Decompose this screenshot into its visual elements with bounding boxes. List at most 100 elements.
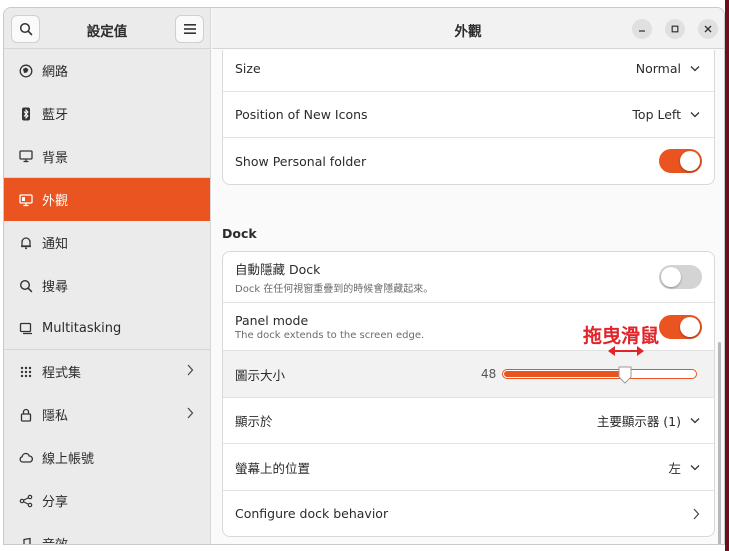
bluetooth-icon [19,107,33,121]
screen-position-label: 螢幕上的位置 [235,460,311,476]
show-on-row[interactable]: 顯示於 主要顯示器 (1) [223,398,714,444]
panel-mode-toggle[interactable] [659,314,702,339]
display-icon [19,149,33,163]
sidebar-item-background[interactable]: 背景 [4,135,210,178]
icon-size-slider[interactable] [502,369,697,379]
sidebar-item-label: 程式集 [42,366,82,381]
sidebar-item-label: 外觀 [42,194,69,209]
screen-position-value: 左 [668,460,681,476]
settings-window: 設定值 網路 藍牙 背景 外觀 通知 搜尋 Multitasking 程式集 隱… [3,7,725,545]
configure-dock-row[interactable]: Configure dock behavior [223,491,714,536]
music-icon [19,537,33,544]
chevron-right-icon [187,407,194,419]
sidebar-nav: 網路 藍牙 背景 外觀 通知 搜尋 Multitasking 程式集 隱私 線上… [4,49,210,544]
main-header: 外觀 [212,8,724,49]
sidebar-item-online-accounts[interactable]: 線上帳號 [4,436,210,479]
toggle-knob [680,316,700,337]
chevron-down-icon [690,66,700,72]
dock-section-title: Dock [222,226,257,241]
screen-position-row[interactable]: 螢幕上的位置 左 [223,444,714,491]
slider-fill [504,371,625,377]
panel-mode-label: Panel mode [235,312,309,328]
personal-folder-toggle[interactable] [659,149,702,173]
icon-size-value: 48 [481,367,497,381]
settings-content: Size Normal Position of New Icons Top Le… [212,50,724,544]
screen-position-dropdown[interactable]: 左 [668,458,700,477]
size-row[interactable]: Size Normal [223,50,714,92]
apps-grid-icon [19,365,33,379]
sidebar-item-privacy[interactable]: 隱私 [4,393,210,436]
panel-mode-text: Panel mode The dock extends to the scree… [235,313,424,341]
sidebar-item-label: 音效 [42,534,68,544]
multitasking-icon [19,321,33,335]
close-icon [704,25,712,33]
configure-dock-label: Configure dock behavior [235,506,389,521]
autohide-dock-row: 自動隱藏 Dock Dock 在任何視窗重疊到的時候會隱藏起來。 [223,252,714,303]
sidebar: 設定值 網路 藍牙 背景 外觀 通知 搜尋 Multitasking 程式集 隱… [4,8,211,544]
toggle-knob [680,151,700,171]
autohide-dock-sublabel: Dock 在任何視窗重疊到的時候會隱藏起來。 [235,284,434,295]
slider-thumb[interactable] [618,366,632,384]
sidebar-item-sharing[interactable]: 分享 [4,479,210,522]
chevron-down-icon [690,418,700,424]
toggle-knob [661,267,681,287]
panel-mode-sublabel: The dock extends to the screen edge. [235,329,425,341]
size-label: Size [235,61,261,76]
double-arrow-icon [608,346,644,356]
sidebar-item-label: 隱私 [42,409,69,424]
chevron-down-icon [690,112,700,118]
size-dropdown[interactable]: Normal [636,61,700,76]
show-on-value: 主要顯示器 (1) [596,414,681,429]
chevron-down-icon [690,464,700,470]
hamburger-menu-icon [183,24,196,34]
sidebar-item-notifications[interactable]: 通知 [4,221,210,264]
sidebar-item-label: 藍牙 [42,108,69,123]
minimize-icon [639,30,645,32]
new-icons-position-dropdown[interactable]: Top Left [632,107,700,122]
sidebar-item-label: 線上帳號 [42,452,95,467]
sidebar-item-label: 搜尋 [42,280,69,295]
show-on-label: 顯示於 [235,414,273,429]
desktop-icons-card: Size Normal Position of New Icons Top Le… [222,50,715,185]
sidebar-item-label: 通知 [42,237,69,252]
scrollbar[interactable] [718,342,721,544]
maximize-icon [671,25,679,33]
main-menu-button[interactable] [175,15,204,43]
chevron-right-icon [693,508,700,519]
sidebar-item-network[interactable]: 網路 [4,49,210,92]
personal-folder-label: Show Personal folder [235,153,367,169]
sidebar-item-label: Multitasking [42,320,122,336]
minimize-button[interactable] [632,19,652,39]
autohide-dock-label: 自動隱藏 Dock [235,262,321,277]
icon-size-row: 圖示大小 48 [223,351,714,398]
dock-card: 自動隱藏 Dock Dock 在任何視窗重疊到的時候會隱藏起來。 Panel m… [222,251,715,537]
sidebar-item-search[interactable]: 搜尋 [4,264,210,307]
sidebar-item-appearance[interactable]: 外觀 [4,178,210,221]
sidebar-item-bluetooth[interactable]: 藍牙 [4,92,210,135]
configure-dock-chevron [692,508,700,520]
autohide-dock-toggle[interactable] [659,265,702,289]
new-icons-position-value: Top Left [632,107,681,122]
appearance-icon [19,193,33,207]
chevron-right-icon [187,364,194,376]
autohide-dock-text: 自動隱藏 Dock Dock 在任何視窗重疊到的時候會隱藏起來。 [235,259,433,295]
share-icon [19,494,33,508]
sidebar-item-label: 網路 [42,65,69,80]
main-panel: 外觀 Size Normal Position of New Icons Top… [212,8,724,544]
cloud-icon [19,451,33,465]
close-button[interactable] [698,19,718,39]
maximize-button[interactable] [665,19,685,39]
sidebar-header: 設定值 [4,8,210,49]
network-icon [19,64,33,78]
icon-size-label: 圖示大小 [235,367,286,383]
new-icons-position-label: Position of New Icons [235,107,368,122]
sidebar-item-multitasking[interactable]: Multitasking [4,307,210,350]
sidebar-item-apps[interactable]: 程式集 [4,350,210,393]
search-icon [19,279,33,293]
show-on-dropdown[interactable]: 主要顯示器 (1) [597,411,700,430]
desktop-edge [725,0,729,551]
sidebar-item-sound[interactable]: 音效 [4,522,210,544]
new-icons-position-row[interactable]: Position of New Icons Top Left [223,92,714,138]
sidebar-item-label: 背景 [42,150,69,166]
personal-folder-row: Show Personal folder [223,138,714,184]
